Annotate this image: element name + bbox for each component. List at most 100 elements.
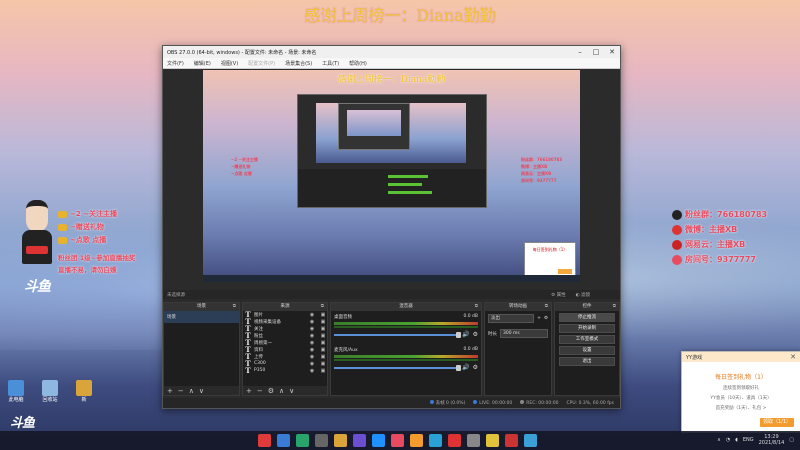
popup-close-icon[interactable]: ✕ <box>790 353 796 361</box>
transition-settings-icon[interactable]: ⚙ <box>544 316 548 321</box>
claim-button[interactable]: 领取（1/1） <box>760 418 794 427</box>
desktop-icon-new[interactable]: 新 <box>72 380 96 403</box>
visibility-icon[interactable]: ◉ <box>308 347 316 353</box>
taskbar-app-icon[interactable] <box>486 434 499 447</box>
taskbar-app-icon[interactable] <box>353 434 366 447</box>
taskbar-app-icon[interactable] <box>296 434 309 447</box>
menu-view[interactable]: 视图(V) <box>221 60 238 67</box>
dock-pin-icon[interactable]: ⧉ <box>545 303 548 311</box>
volume-icon[interactable]: ◖ <box>735 437 738 443</box>
source-item[interactable]: T 上传 ◉ ▣ <box>243 352 327 361</box>
network-icon[interactable]: ◔ <box>726 437 730 443</box>
notification-icon[interactable]: ▢ <box>789 437 794 443</box>
visibility-icon[interactable]: ◉ <box>308 312 316 318</box>
taskbar-app-icon[interactable] <box>315 434 328 447</box>
desktop-icon-this-pc[interactable]: 此电脑 <box>4 380 28 403</box>
move-down-button[interactable]: ∨ <box>199 387 204 395</box>
lock-icon[interactable]: ▣ <box>319 354 327 360</box>
lock-icon[interactable]: ▣ <box>319 340 327 346</box>
source-item[interactable]: T 视频采集设备 ◉ ▣ <box>243 317 327 326</box>
source-item[interactable]: T 资料 ◉ ▣ <box>243 345 327 354</box>
taskbar-app-icon[interactable] <box>410 434 423 447</box>
stop-streaming-button[interactable]: 停止推流 <box>559 313 615 322</box>
minimize-button[interactable]: – <box>572 48 588 56</box>
taskbar-app-icon[interactable] <box>505 434 518 447</box>
source-item[interactable]: T 粉丝 ◉ ▣ <box>243 331 327 340</box>
lock-icon[interactable]: ▣ <box>319 312 327 318</box>
taskbar-app-icon[interactable] <box>429 434 442 447</box>
settings-button[interactable]: 设置 <box>559 346 615 355</box>
start-recording-button[interactable]: 开始录制 <box>559 324 615 333</box>
taskbar-clock[interactable]: 13:29 2021/8/14 <box>759 434 785 446</box>
visibility-icon[interactable]: ◉ <box>308 354 316 360</box>
desktop-icon-recycle-bin[interactable]: 回收站 <box>38 380 62 403</box>
taskbar-app-icon[interactable] <box>258 434 271 447</box>
menu-file[interactable]: 文件(F) <box>167 60 184 67</box>
volume-slider[interactable] <box>334 364 462 371</box>
tray-arrow-icon[interactable]: ∧ <box>717 437 721 443</box>
speaker-icon[interactable]: 🔊 <box>462 331 469 338</box>
taskbar-app-icon[interactable] <box>448 434 461 447</box>
source-settings-icon[interactable]: ⚙ <box>268 387 274 395</box>
visibility-icon[interactable]: ◉ <box>308 368 316 374</box>
source-item[interactable]: T C300 ◉ ▣ <box>243 359 327 368</box>
close-button[interactable]: ✕ <box>604 48 620 56</box>
dock-pin-icon[interactable]: ⧉ <box>233 303 236 311</box>
scene-list-item[interactable]: 场景 <box>164 311 239 323</box>
visibility-icon[interactable]: ◉ <box>308 319 316 325</box>
filters-button[interactable]: ◐ 滤镜 <box>576 292 590 298</box>
add-scene-button[interactable]: + <box>167 387 173 395</box>
taskbar-app-icon[interactable] <box>524 434 537 447</box>
lock-icon[interactable]: ▣ <box>319 347 327 353</box>
source-item[interactable]: T P350 ◉ ▣ <box>243 366 327 375</box>
taskbar-app-icon[interactable] <box>391 434 404 447</box>
source-item[interactable]: T 图片 ◉ ▣ <box>243 310 327 319</box>
remove-source-button[interactable]: − <box>257 387 263 395</box>
source-item[interactable]: T 关注 ◉ ▣ <box>243 324 327 333</box>
volume-slider[interactable] <box>334 331 462 338</box>
visibility-icon[interactable]: ◉ <box>308 333 316 339</box>
menu-help[interactable]: 帮助(H) <box>349 60 367 67</box>
menu-tools[interactable]: 工具(T) <box>322 60 339 67</box>
dock-pin-icon[interactable]: ⧉ <box>613 303 616 311</box>
add-transition-button[interactable]: + <box>537 316 541 321</box>
source-item[interactable]: T 周榜第一 ◉ ▣ <box>243 338 327 347</box>
properties-button[interactable]: ⚙ 属性 <box>551 292 565 298</box>
lock-icon[interactable]: ▣ <box>319 368 327 374</box>
channel-settings-icon[interactable]: ⚙ <box>473 364 478 371</box>
lock-icon[interactable]: ▣ <box>319 319 327 325</box>
duration-input[interactable]: 300 ms <box>500 329 548 338</box>
menu-scene-collection[interactable]: 场景集合(S) <box>285 60 312 67</box>
dock-pin-icon[interactable]: ⧉ <box>475 303 478 311</box>
visibility-icon[interactable]: ◉ <box>308 361 316 367</box>
menu-profile[interactable]: 配置文件(P) <box>248 60 275 67</box>
lock-icon[interactable]: ▣ <box>319 333 327 339</box>
speaker-icon[interactable]: 🔊 <box>462 364 469 371</box>
scenes-panel-header: 场景 ⧉ <box>164 303 239 311</box>
windows-taskbar: ∧ ◔ ◖ ENG 13:29 2021/8/14 ▢ <box>0 431 800 450</box>
obs-preview[interactable]: 感谢上周榜一：Diana勤勤 ~2 ~关注主播 ~赠送礼物 ~点歌 点播 粉丝群… <box>203 70 580 282</box>
lock-icon[interactable]: ▣ <box>319 361 327 367</box>
maximize-button[interactable]: □ <box>588 48 604 56</box>
visibility-icon[interactable]: ◉ <box>308 326 316 332</box>
visibility-icon[interactable]: ◉ <box>308 340 316 346</box>
move-up-button[interactable]: ∧ <box>279 387 284 395</box>
taskbar-app-icon[interactable] <box>277 434 290 447</box>
menu-edit[interactable]: 编辑(E) <box>194 60 211 67</box>
taskbar-app-icon[interactable] <box>372 434 385 447</box>
transition-type-select[interactable]: 淡出 <box>488 314 535 323</box>
taskbar-app-icon[interactable] <box>467 434 480 447</box>
add-source-button[interactable]: + <box>246 387 252 395</box>
volume-slider-knob[interactable] <box>456 364 462 371</box>
input-language[interactable]: ENG <box>743 437 754 443</box>
lock-icon[interactable]: ▣ <box>319 326 327 332</box>
volume-slider-knob[interactable] <box>456 331 462 338</box>
taskbar-app-icon[interactable] <box>334 434 347 447</box>
studio-mode-button[interactable]: 工作室模式 <box>559 335 615 344</box>
dock-pin-icon[interactable]: ⧉ <box>321 303 324 311</box>
move-down-button[interactable]: ∨ <box>289 387 294 395</box>
remove-scene-button[interactable]: − <box>178 387 184 395</box>
exit-button[interactable]: 退出 <box>559 357 615 366</box>
move-up-button[interactable]: ∧ <box>189 387 194 395</box>
channel-settings-icon[interactable]: ⚙ <box>473 331 478 338</box>
